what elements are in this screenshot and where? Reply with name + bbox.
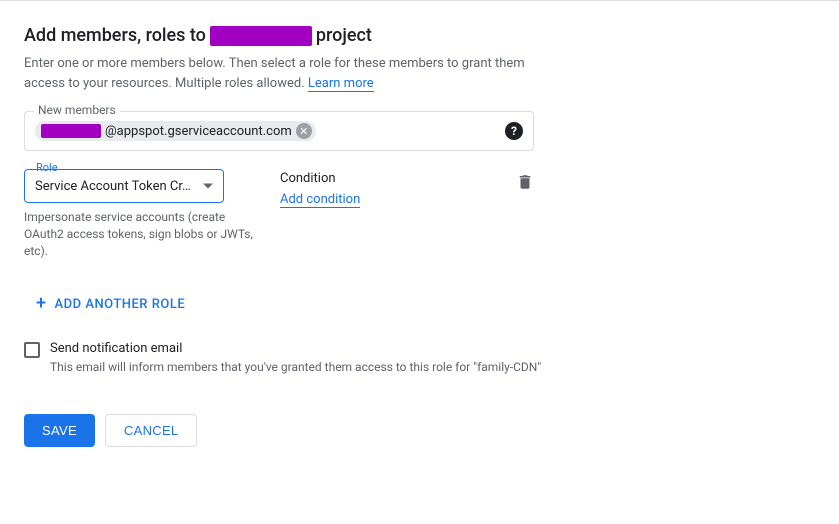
remove-chip-icon[interactable]: ✕ [296,123,312,139]
delete-role-icon[interactable] [516,169,534,195]
add-condition-link[interactable]: Add condition [280,192,360,208]
add-members-panel: Add members, roles to project Enter one … [0,1,839,471]
help-icon[interactable]: ? [505,122,523,140]
condition-label: Condition [280,171,480,186]
cancel-button[interactable]: CANCEL [105,414,198,447]
title-prefix: Add members, roles to [24,25,206,46]
plus-icon: + [36,295,47,313]
notification-label: Send notification email [50,341,541,356]
new-members-field: New members @appspot.gserviceaccount.com… [24,111,534,151]
role-description: Impersonate service accounts (create OAu… [24,209,264,259]
learn-more-link[interactable]: Learn more [308,76,374,92]
chevron-down-icon [203,184,213,189]
redacted-project-name [210,26,312,46]
notification-sublabel: This email will inform members that you'… [50,360,541,374]
new-members-input[interactable]: @appspot.gserviceaccount.com ✕ ? [24,111,534,151]
role-selected-value: Service Account Token Cr… [35,179,191,194]
description-text: Enter one or more members below. Then se… [24,56,525,91]
add-another-role-label: ADD ANOTHER ROLE [55,297,186,312]
role-select-wrapper: Role Service Account Token Cr… [24,169,244,203]
add-another-role-button[interactable]: + ADD ANOTHER ROLE [36,295,185,313]
role-row: Role Service Account Token Cr… Impersona… [24,169,534,259]
condition-column: Condition Add condition [280,169,480,207]
panel-title: Add members, roles to project [24,25,815,46]
send-notification-checkbox[interactable] [24,342,40,358]
title-suffix: project [316,25,372,46]
save-button[interactable]: SAVE [24,414,95,447]
action-buttons: SAVE CANCEL [24,414,815,447]
role-select[interactable]: Service Account Token Cr… [24,169,224,203]
panel-description: Enter one or more members below. Then se… [24,54,534,93]
member-chip: @appspot.gserviceaccount.com ✕ [35,121,316,141]
member-email-suffix: @appspot.gserviceaccount.com [105,124,292,139]
redacted-member-prefix [41,124,101,138]
new-members-label: New members [34,103,120,117]
notification-row: Send notification email This email will … [24,341,815,374]
